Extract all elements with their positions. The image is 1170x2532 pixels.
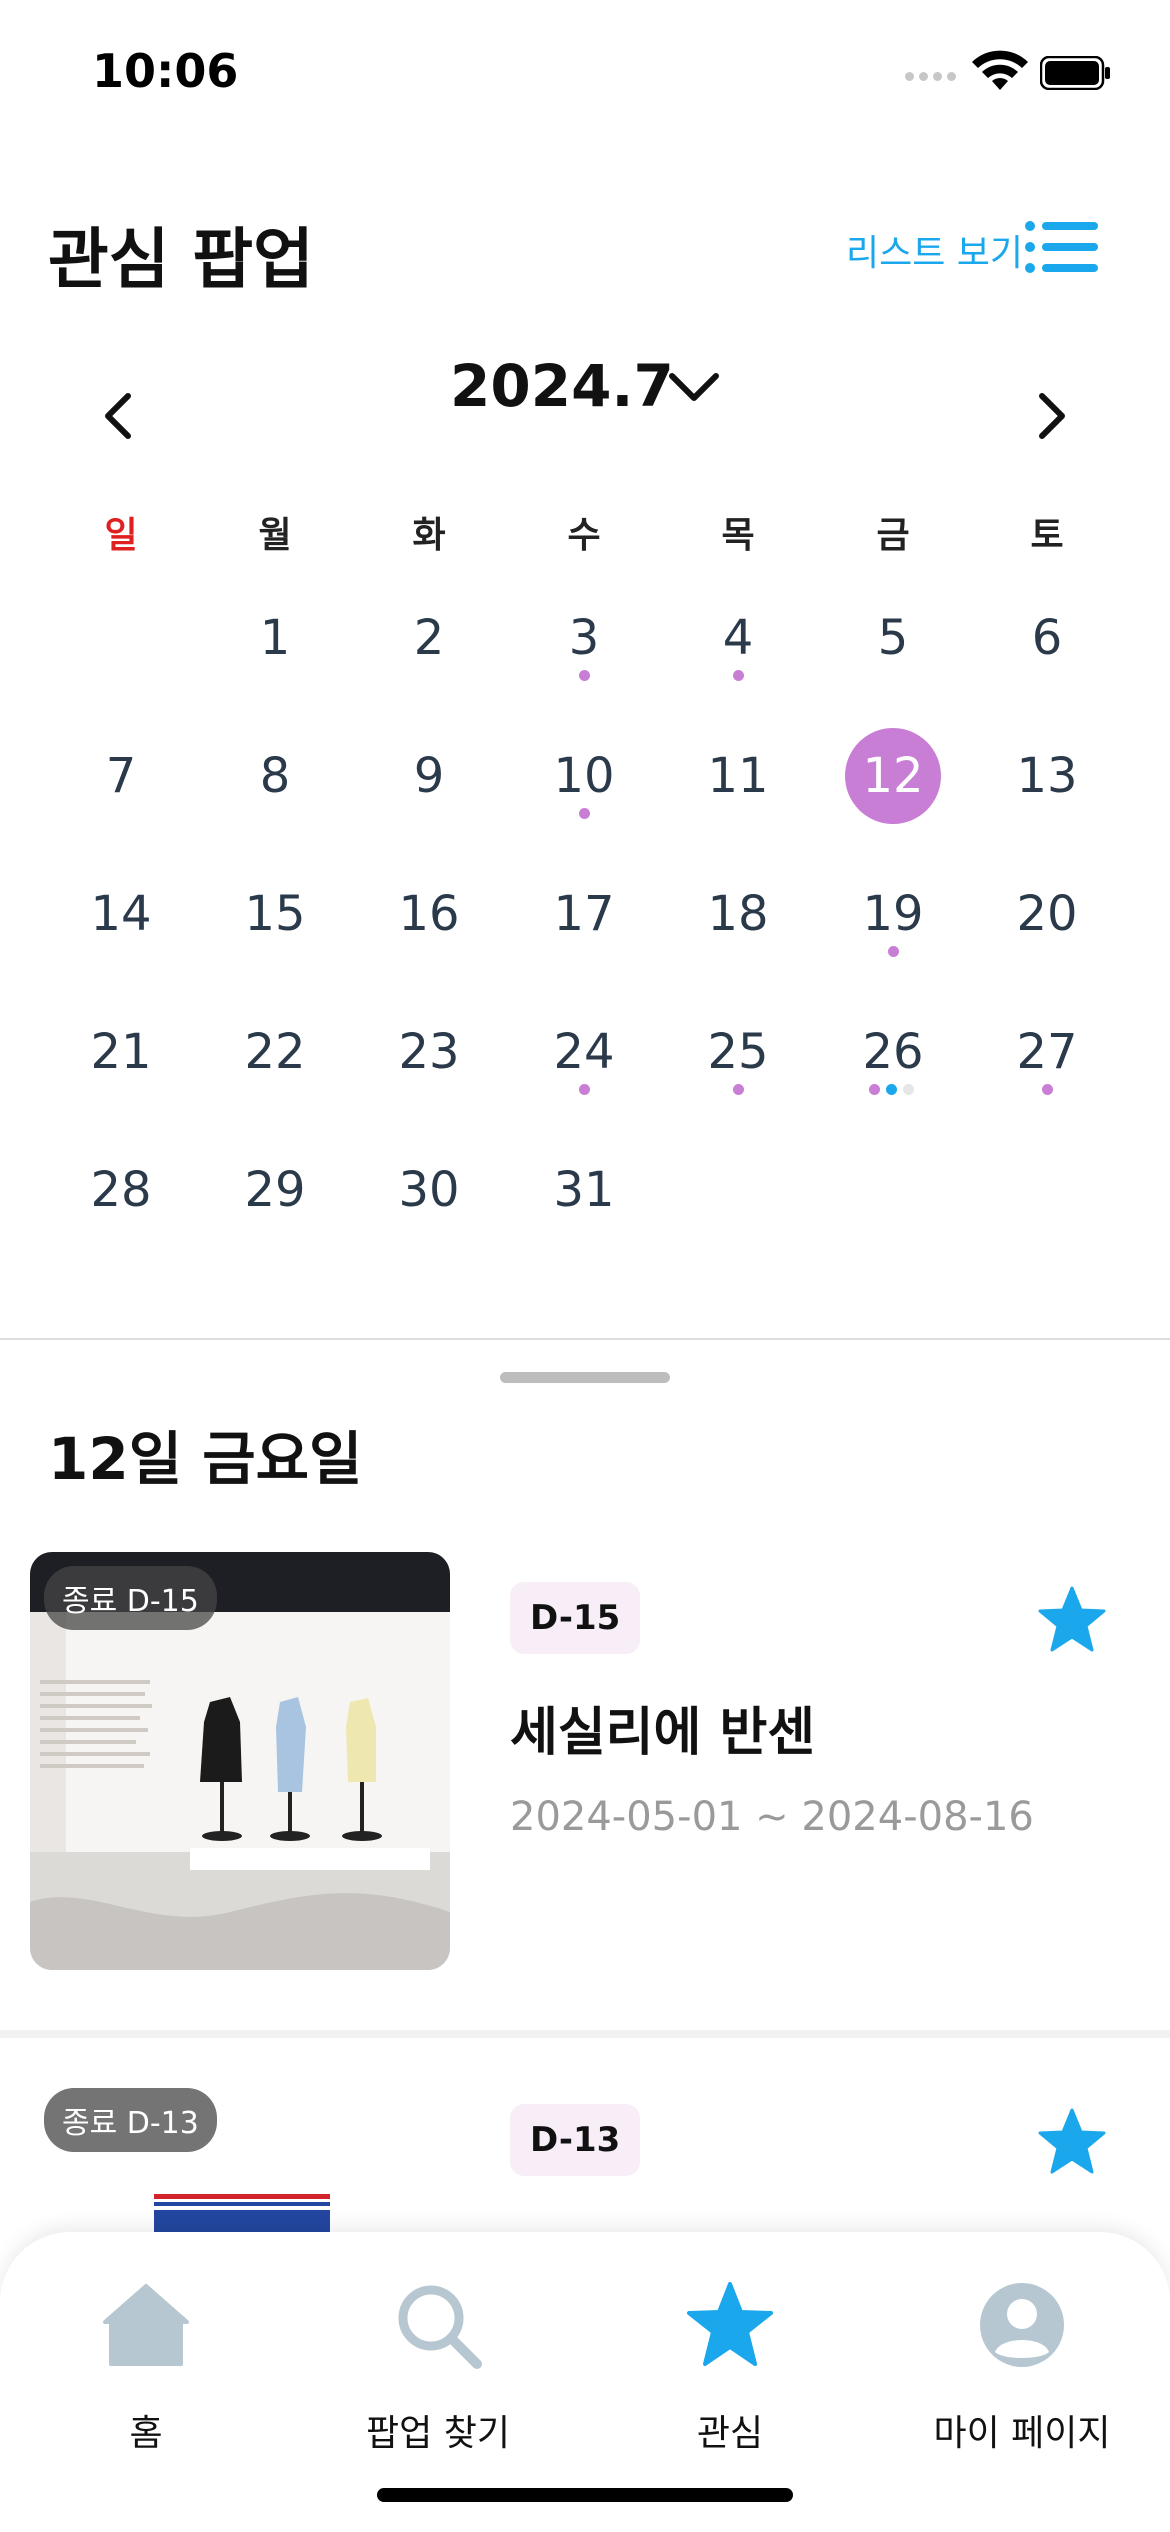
sheet-grabber[interactable] — [500, 1372, 670, 1383]
calendar-day[interactable]: 13 — [997, 748, 1097, 804]
person-icon — [980, 2283, 1064, 2367]
calendar-day[interactable]: 3 — [534, 610, 634, 666]
calendar-day[interactable]: 26 — [843, 1024, 943, 1080]
popup-dates: 2024-05-01 ~ 2024-08-16 — [510, 1794, 1034, 1840]
event-dot — [869, 1084, 880, 1095]
selected-date-heading: 12일 금요일 — [48, 1425, 363, 1493]
tab-label: 마이 페이지 — [933, 2413, 1111, 2454]
calendar-day[interactable]: 1 — [225, 610, 325, 666]
home-indicator — [377, 2488, 793, 2502]
calendar-day[interactable]: 19 — [843, 886, 943, 942]
calendar-day[interactable]: 2 — [379, 610, 479, 666]
calendar-day-selected[interactable]: 12 — [845, 728, 941, 824]
month-selector[interactable]: 2024.7 — [450, 352, 674, 420]
status-time: 10:06 — [92, 44, 239, 98]
chevron-down-icon[interactable] — [668, 368, 720, 404]
event-dot — [886, 1084, 897, 1095]
event-dot — [888, 946, 899, 957]
calendar-day[interactable]: 27 — [997, 1024, 1097, 1080]
end-badge: 종료 D-15 — [44, 1566, 217, 1630]
weekday-sun: 일 — [104, 515, 138, 556]
card-divider — [0, 2030, 1170, 2038]
tab-label: 홈 — [129, 2413, 163, 2454]
dday-badge: D-13 — [510, 2104, 641, 2176]
event-dot — [903, 1084, 914, 1095]
calendar-day[interactable]: 31 — [534, 1162, 634, 1218]
sheet-divider — [0, 1338, 1170, 1340]
calendar-day[interactable]: 4 — [688, 610, 788, 666]
dday-badge: D-15 — [510, 1582, 641, 1654]
calendar-day[interactable]: 6 — [997, 610, 1097, 666]
tab-favorites[interactable]: 관심 — [600, 2280, 860, 2456]
event-dot — [579, 670, 590, 681]
event-dot — [579, 1084, 590, 1095]
battery-icon — [1040, 56, 1110, 90]
next-month-button[interactable] — [1032, 390, 1072, 442]
popup-title[interactable]: 세실리에 반센 — [510, 1690, 815, 1765]
weekday-tue: 화 — [412, 515, 446, 556]
calendar-day[interactable]: 21 — [71, 1024, 171, 1080]
tab-label: 팝업 찾기 — [366, 2413, 510, 2454]
list-icon[interactable] — [1024, 218, 1100, 276]
weekday-mon: 월 — [258, 515, 292, 556]
event-dot — [733, 1084, 744, 1095]
calendar-day[interactable]: 9 — [379, 748, 479, 804]
calendar-day[interactable]: 17 — [534, 886, 634, 942]
calendar-day[interactable]: 11 — [688, 748, 788, 804]
star-icon — [687, 2282, 773, 2366]
bottom-tab-bar: 홈 팝업 찾기 관심 마이 페이지 — [0, 2232, 1170, 2532]
calendar-day[interactable]: 14 — [71, 886, 171, 942]
calendar-day[interactable]: 15 — [225, 886, 325, 942]
weekday-thu: 목 — [721, 515, 755, 556]
list-view-button[interactable]: 리스트 보기 — [846, 224, 1023, 276]
calendar-day[interactable]: 29 — [225, 1162, 325, 1218]
calendar-day[interactable]: 8 — [225, 748, 325, 804]
event-dot — [579, 808, 590, 819]
end-badge: 종료 D-13 — [44, 2088, 217, 2152]
weekday-wed: 수 — [567, 515, 601, 556]
calendar-day[interactable]: 24 — [534, 1024, 634, 1080]
previous-month-button[interactable] — [98, 390, 138, 442]
cellular-signal-icon — [905, 66, 961, 81]
weekday-sat: 토 — [1030, 515, 1064, 556]
calendar-day[interactable]: 7 — [71, 748, 171, 804]
calendar-day[interactable]: 5 — [843, 610, 943, 666]
event-dot — [733, 670, 744, 681]
event-dot — [1042, 1084, 1053, 1095]
calendar-day[interactable]: 20 — [997, 886, 1097, 942]
calendar-day[interactable]: 30 — [379, 1162, 479, 1218]
calendar-day[interactable]: 28 — [71, 1162, 171, 1218]
favorite-star-icon[interactable] — [1036, 2106, 1108, 2178]
calendar-day[interactable]: 22 — [225, 1024, 325, 1080]
calendar-day[interactable]: 25 — [688, 1024, 788, 1080]
search-icon — [398, 2285, 482, 2369]
home-icon — [103, 2284, 189, 2366]
tab-label: 관심 — [696, 2413, 764, 2454]
page-title: 관심 팝업 — [48, 221, 314, 298]
wifi-icon — [972, 50, 1028, 90]
tab-search[interactable]: 팝업 찾기 — [308, 2280, 568, 2456]
favorite-star-icon[interactable] — [1036, 1584, 1108, 1656]
tab-my-page[interactable]: 마이 페이지 — [892, 2280, 1152, 2456]
calendar-day[interactable]: 16 — [379, 886, 479, 942]
tab-home[interactable]: 홈 — [16, 2280, 276, 2456]
calendar-day[interactable]: 18 — [688, 886, 788, 942]
weekday-fri: 금 — [876, 515, 910, 556]
calendar-day[interactable]: 10 — [534, 748, 634, 804]
calendar-day[interactable]: 23 — [379, 1024, 479, 1080]
